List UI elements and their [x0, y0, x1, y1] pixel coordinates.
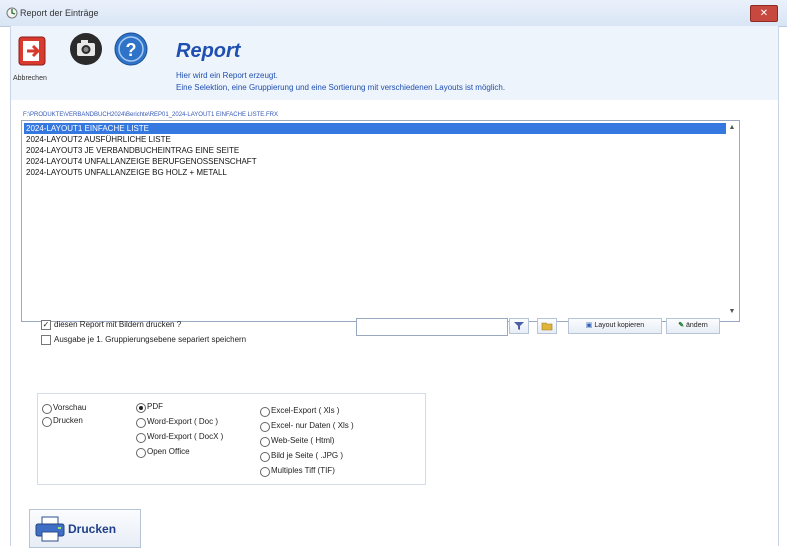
list-item[interactable]: 2024-LAYOUT1 EINFACHE LISTE [24, 123, 726, 134]
radio-label: Multiples Tiff (TIF) [271, 466, 335, 475]
radio-label: Open Office [147, 447, 190, 456]
with-images-label: diesen Report mit Bildern drucken ? [54, 320, 182, 329]
radio-web-page[interactable] [260, 437, 270, 447]
exit-icon [18, 36, 46, 66]
radio-label: Bild je Seite ( .JPG ) [271, 451, 344, 460]
list-item[interactable]: 2024-LAYOUT5 UNFALLANZEIGE BG HOLZ + MET… [24, 167, 726, 178]
with-images-checkbox[interactable]: ✓ [41, 320, 51, 330]
folder-icon [541, 322, 553, 331]
window-title: Report der Einträge [20, 8, 99, 18]
page-title: Report [176, 40, 241, 62]
app-icon [6, 7, 18, 19]
help-icon: ? [114, 32, 148, 66]
cancel-button[interactable] [17, 34, 51, 68]
radio-label: Drucken [53, 416, 83, 425]
radio-print[interactable] [42, 417, 52, 427]
layout-file-path: F:\PRODUKTE\VERBANDBUCH2024\Berichte\REP… [23, 112, 278, 118]
open-folder-button[interactable] [537, 318, 557, 334]
filter-button[interactable] [509, 318, 529, 334]
separate-output-label: Ausgabe je 1. Gruppierungsebene separier… [54, 335, 247, 344]
edit-layout-label: ändern [686, 322, 708, 329]
layout-list[interactable]: 2024-LAYOUT1 EINFACHE LISTE 2024-LAYOUT2… [21, 120, 740, 322]
radio-word-doc[interactable] [136, 418, 146, 428]
close-button[interactable]: ✕ [750, 5, 778, 22]
report-window: Abbrechen ? Report Hier wird ein Report … [10, 26, 779, 548]
separate-output-checkbox[interactable] [41, 335, 51, 345]
radio-label: PDF [147, 402, 163, 411]
svg-text:?: ? [126, 40, 137, 60]
window-titlebar: Report der Einträge ✕ [0, 0, 787, 27]
copy-layout-button[interactable]: ▣ Layout kopieren [568, 318, 662, 334]
radio-multi-tiff[interactable] [260, 467, 270, 477]
header-panel: Abbrechen ? Report Hier wird ein Report … [11, 26, 778, 100]
radio-excel-export[interactable] [260, 407, 270, 417]
radio-pdf[interactable] [136, 403, 146, 413]
copy-layout-label: Layout kopieren [594, 322, 645, 329]
radio-label: Excel- nur Daten ( Xls ) [271, 421, 354, 430]
snapshot-button[interactable] [69, 32, 103, 66]
output-options-group: Vorschau Drucken PDF Word-Export ( Doc )… [37, 393, 426, 485]
edit-icon: ✎ [678, 322, 685, 329]
radio-image-per-page[interactable] [260, 452, 270, 462]
list-item[interactable]: 2024-LAYOUT2 AUSFÜHRLICHE LISTE [24, 134, 726, 145]
radio-label: Vorschau [53, 403, 87, 412]
radio-label: Excel-Export ( Xls ) [271, 406, 340, 415]
radio-word-docx[interactable] [136, 433, 146, 443]
list-item[interactable]: 2024-LAYOUT4 UNFALLANZEIGE BERUFGENOSSEN… [24, 156, 726, 167]
camera-icon [70, 33, 102, 65]
filter-input[interactable] [356, 318, 508, 336]
radio-label: Word-Export ( DocX ) [147, 432, 224, 441]
header-description-2: Eine Selektion, eine Gruppierung und ein… [176, 83, 506, 92]
radio-label: Web-Seite ( Html) [271, 436, 335, 445]
help-button[interactable]: ? [114, 32, 148, 66]
copy-icon: ▣ [585, 322, 593, 329]
scroll-up-icon[interactable]: ▲ [727, 123, 737, 133]
printer-icon [35, 516, 65, 542]
list-item[interactable]: 2024-LAYOUT3 JE VERBANDBUCHEINTRAG EINE … [24, 145, 726, 156]
header-description-1: Hier wird ein Report erzeugt. [176, 71, 278, 80]
edit-layout-button[interactable]: ✎ ändern [666, 318, 720, 334]
radio-open-office[interactable] [136, 448, 146, 458]
radio-excel-data[interactable] [260, 422, 270, 432]
scroll-down-icon[interactable]: ▼ [727, 307, 737, 317]
cancel-label: Abbrechen [13, 75, 47, 82]
filter-icon [514, 322, 524, 330]
radio-preview[interactable] [42, 404, 52, 414]
print-button-label: Drucken [68, 522, 117, 536]
print-button[interactable]: Drucken [29, 509, 141, 548]
radio-label: Word-Export ( Doc ) [147, 417, 218, 426]
